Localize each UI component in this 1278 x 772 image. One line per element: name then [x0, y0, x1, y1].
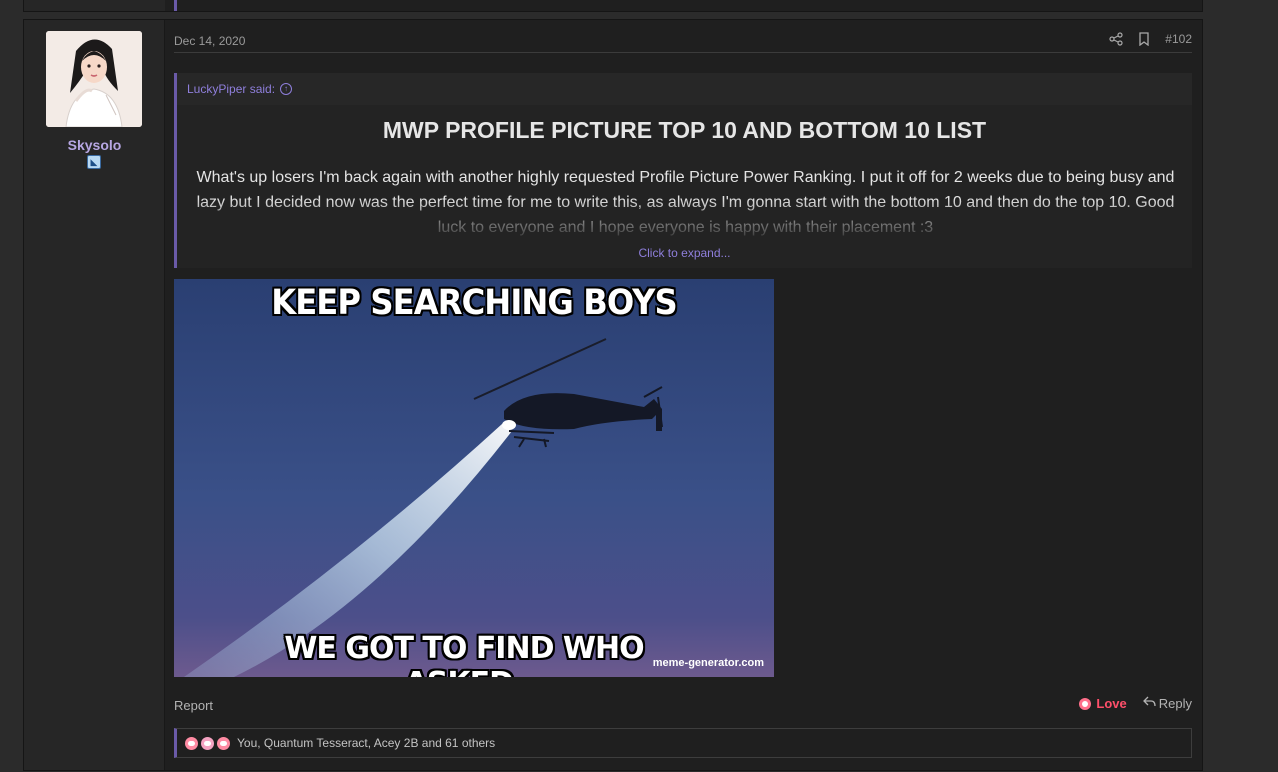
quote-title: MWP PROFILE PICTURE TOP 10 AND BOTTOM 10…	[382, 117, 987, 143]
love-reaction-icon	[1079, 697, 1092, 710]
love-reaction-icon	[185, 736, 198, 750]
reply-icon	[1142, 696, 1156, 711]
post-header-actions: #102	[1109, 32, 1192, 47]
username[interactable]: Skysolo	[24, 137, 165, 153]
post-number[interactable]: #102	[1165, 32, 1192, 46]
report-link[interactable]: Report	[174, 698, 213, 713]
reactions-bar[interactable]: You, Quantum Tesseract, Acey 2B and 61 o…	[174, 728, 1192, 758]
previous-post	[23, 0, 1203, 12]
love-reaction-icon	[217, 736, 230, 750]
user-badge-icon: ◣	[87, 155, 101, 169]
meme-bottom-text: WE GOT TO FIND WHO ASKED.	[284, 631, 644, 677]
footer-actions: Love Reply	[1079, 696, 1192, 711]
previous-post-quote-border	[174, 0, 177, 11]
meme-watermark: meme-generator.com	[652, 657, 764, 669]
click-to-expand-link[interactable]: Click to expand...	[177, 246, 1192, 260]
quote-block: LuckyPiper said: ↑ MWP PROFILE PICTURE T…	[174, 73, 1192, 268]
post-date[interactable]: Dec 14, 2020	[174, 34, 245, 48]
love-label: Love	[1096, 696, 1127, 711]
meme-image[interactable]: KEEP SEARCHING BOYS WE GOT TO FIND WHO A…	[174, 279, 774, 677]
quote-attribution[interactable]: LuckyPiper said: ↑	[177, 73, 1192, 105]
post-user-cell: Skysolo ◣	[24, 20, 165, 770]
reply-button[interactable]: Reply	[1142, 696, 1192, 711]
post-header: Dec 14, 2020 #102	[174, 32, 1192, 53]
laugh-reaction-icon	[201, 736, 214, 750]
quote-author[interactable]: LuckyPiper said:	[187, 73, 275, 105]
reactions-summary[interactable]: You, Quantum Tesseract, Acey 2B and 61 o…	[237, 736, 495, 750]
avatar[interactable]	[46, 31, 142, 127]
arrow-up-circle-icon[interactable]: ↑	[280, 83, 293, 95]
love-button[interactable]: Love	[1079, 696, 1127, 711]
share-icon[interactable]	[1109, 32, 1123, 46]
post-footer: Report Love Reply	[174, 696, 1192, 716]
previous-post-user-cell	[24, 0, 165, 11]
reply-label: Reply	[1158, 696, 1192, 711]
meme-top-text: KEEP SEARCHING BOYS	[271, 283, 678, 323]
bookmark-icon[interactable]	[1137, 32, 1151, 47]
forum-post: Skysolo ◣ Dec 14, 2020 #102 LuckyPiper s…	[23, 19, 1203, 771]
